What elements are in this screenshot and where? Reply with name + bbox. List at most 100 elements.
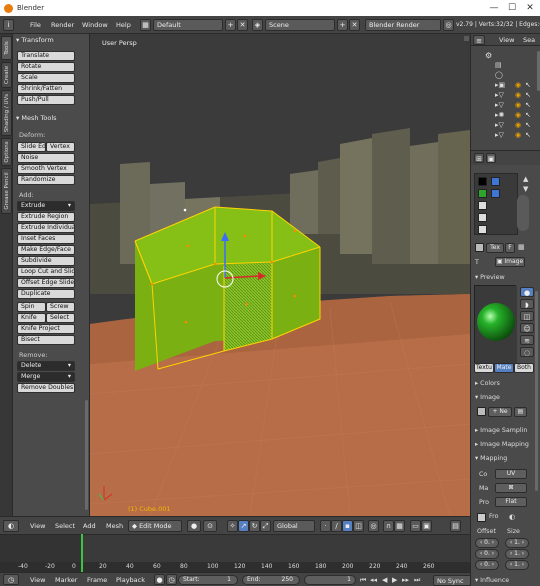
- proportional-edit-icon[interactable]: ◎: [368, 520, 379, 532]
- image-browse-icon[interactable]: [477, 407, 486, 416]
- properties-editor[interactable]: ⊞ ▣ ▲ ▼ Tex F ▦ T ▣ Image ▾ Preview ● ◗ …: [470, 150, 540, 586]
- menu-window[interactable]: Window: [82, 21, 108, 29]
- texture-slots-list[interactable]: [474, 173, 518, 235]
- timeline-frame-menu[interactable]: Frame: [87, 576, 107, 584]
- transform-panel-header[interactable]: ▾ Transform: [16, 36, 54, 44]
- duplicate-button[interactable]: Duplicate: [17, 289, 75, 299]
- remove-doubles-button[interactable]: Remove Doubles: [17, 383, 75, 393]
- mapping-panel-header[interactable]: ▾ Mapping: [475, 455, 507, 462]
- menu-help[interactable]: Help: [116, 21, 131, 29]
- texture-browse-icon[interactable]: [475, 243, 484, 252]
- editor-type-icon[interactable]: ◐: [3, 520, 19, 532]
- preview-hair-icon[interactable]: ≋: [520, 335, 534, 345]
- face-select-icon[interactable]: ▪: [342, 520, 353, 532]
- tool-shelf-scrollbar[interactable]: [85, 400, 88, 510]
- loop-cut-slide-button[interactable]: Loop Cut and Slide: [17, 267, 75, 277]
- start-frame-field[interactable]: Start: 1: [178, 575, 238, 585]
- texture-slot-empty[interactable]: [478, 213, 487, 222]
- knife-button[interactable]: Knife: [17, 313, 46, 323]
- visibility-eye-icon[interactable]: ◉: [515, 111, 521, 120]
- preview-texture-tab[interactable]: Textu: [474, 363, 494, 373]
- tab-tools[interactable]: Tools: [1, 36, 12, 60]
- edge-select-icon[interactable]: /: [331, 520, 342, 532]
- snap-element-icon[interactable]: ▦: [394, 520, 405, 532]
- preview-flat-icon[interactable]: ◗: [520, 299, 534, 309]
- layers-icon[interactable]: ▤: [450, 520, 461, 532]
- subdivide-button[interactable]: Subdivide: [17, 256, 75, 266]
- select-arrow-icon[interactable]: ↖: [525, 111, 531, 120]
- outliner-view-menu[interactable]: View: [499, 36, 514, 44]
- object-camera-icon[interactable]: ▸▣: [495, 81, 505, 90]
- randomize-button[interactable]: Randomize: [17, 175, 75, 185]
- 3d-viewport[interactable]: User Persp (1) Cube.001: [90, 34, 470, 516]
- pivot-point-icon[interactable]: ⊙: [203, 520, 217, 532]
- offset-x-field[interactable]: ‹ 0. ›: [475, 538, 499, 548]
- properties-scrollbar[interactable]: [535, 291, 538, 491]
- play-reverse-icon[interactable]: ◀: [382, 576, 387, 585]
- preview-monkey-icon[interactable]: ☺: [520, 323, 534, 333]
- preview-panel-header[interactable]: ▾ Preview: [475, 274, 505, 281]
- select-menu[interactable]: Select: [55, 522, 75, 530]
- preview-sky-icon[interactable]: ◌: [520, 347, 534, 357]
- merge-dropdown[interactable]: Merge ▾: [17, 372, 75, 382]
- knife-project-button[interactable]: Knife Project: [17, 324, 75, 334]
- size-y-field[interactable]: ‹ 1. ›: [505, 549, 529, 559]
- visibility-eye-icon[interactable]: ◉: [515, 101, 521, 110]
- image-mapping-panel-header[interactable]: ▸ Image Mapping: [475, 441, 529, 448]
- next-keyframe-icon[interactable]: ▸▸: [402, 576, 409, 585]
- scene-icon[interactable]: ⚙: [485, 51, 492, 60]
- preview-cube-icon[interactable]: ◫: [520, 311, 534, 321]
- influence-panel-header[interactable]: ▾ Influence: [475, 577, 509, 584]
- sync-dropdown[interactable]: No Sync: [433, 575, 471, 586]
- texture-slot-checkbox-icon[interactable]: [491, 177, 500, 186]
- layout-add-button[interactable]: +: [225, 19, 236, 31]
- visibility-eye-icon[interactable]: ◉: [515, 81, 521, 90]
- play-icon[interactable]: ▶: [392, 576, 397, 585]
- preview-both-tab[interactable]: Both: [514, 363, 534, 373]
- texture-slot-green[interactable]: [478, 189, 487, 198]
- render-layers-icon[interactable]: ▤: [495, 61, 502, 70]
- outliner[interactable]: ≡ View Sea ⚙ ▤ ◯ ▸▣ ▸▽ ▸▽ ▸✺ ▸▽ ▸▽ ◉ ◉ ◉…: [470, 34, 540, 150]
- transform-orientation-dropdown[interactable]: Global: [273, 520, 315, 532]
- texture-name-field[interactable]: Tex: [486, 243, 504, 253]
- timeline-playback-menu[interactable]: Playback: [116, 576, 145, 584]
- minimize-icon[interactable]: —: [488, 2, 500, 14]
- rotate-manipulator-icon[interactable]: ↻: [249, 520, 260, 532]
- object-mesh-icon[interactable]: ▸▽: [495, 121, 504, 130]
- texture-slot-black[interactable]: [478, 177, 487, 186]
- timeline-view-menu[interactable]: View: [30, 576, 45, 584]
- screw-button[interactable]: Screw: [46, 302, 75, 312]
- colors-panel-header[interactable]: ▸ Colors: [475, 380, 500, 387]
- offset-y-field[interactable]: ‹ 0. ›: [475, 549, 499, 559]
- bisect-button[interactable]: Bisect: [17, 335, 75, 345]
- smooth-vertex-button[interactable]: Smooth Vertex: [17, 164, 75, 174]
- rotate-button[interactable]: Rotate: [17, 62, 75, 72]
- close-icon[interactable]: ✕: [524, 2, 536, 14]
- maximize-icon[interactable]: ☐: [506, 2, 518, 14]
- visibility-eye-icon[interactable]: ◉: [515, 131, 521, 140]
- manipulator-toggle-icon[interactable]: ✧: [227, 520, 238, 532]
- size-z-field[interactable]: ‹ 1. ›: [505, 560, 529, 570]
- extrude-region-button[interactable]: Extrude Region: [17, 212, 75, 222]
- menu-render[interactable]: Render: [51, 21, 74, 29]
- vertex-select-icon[interactable]: ·: [320, 520, 331, 532]
- camera-icon[interactable]: ▣: [421, 520, 432, 532]
- render-preview-icon[interactable]: ▭: [410, 520, 421, 532]
- scene-add-button[interactable]: +: [337, 19, 348, 31]
- timeline-editor-icon[interactable]: ◷: [3, 574, 19, 585]
- list-resize-handle[interactable]: [517, 195, 529, 231]
- jump-start-icon[interactable]: ⏮: [360, 576, 366, 585]
- move-up-icon[interactable]: ▲: [523, 175, 528, 184]
- object-cube-icon[interactable]: ▸▽: [495, 101, 504, 110]
- scene-icon[interactable]: ◈: [252, 19, 263, 31]
- move-down-icon[interactable]: ▼: [523, 185, 528, 194]
- scene-remove-button[interactable]: ✕: [349, 19, 360, 31]
- offset-edge-slide-button[interactable]: Offset Edge Slide: [17, 278, 75, 288]
- timeline-editor[interactable]: -40 -20 0 20 40 60 80 100 120 140 160 180 200 220 240 2…: [0, 534, 470, 573]
- translate-manipulator-icon[interactable]: ↗: [238, 520, 249, 532]
- layout-remove-button[interactable]: ✕: [237, 19, 248, 31]
- object-mesh-icon[interactable]: ▸▽: [495, 131, 504, 140]
- noise-button[interactable]: Noise: [17, 153, 75, 163]
- tab-create[interactable]: Create: [1, 62, 12, 88]
- delete-dropdown[interactable]: Delete ▾: [17, 361, 75, 371]
